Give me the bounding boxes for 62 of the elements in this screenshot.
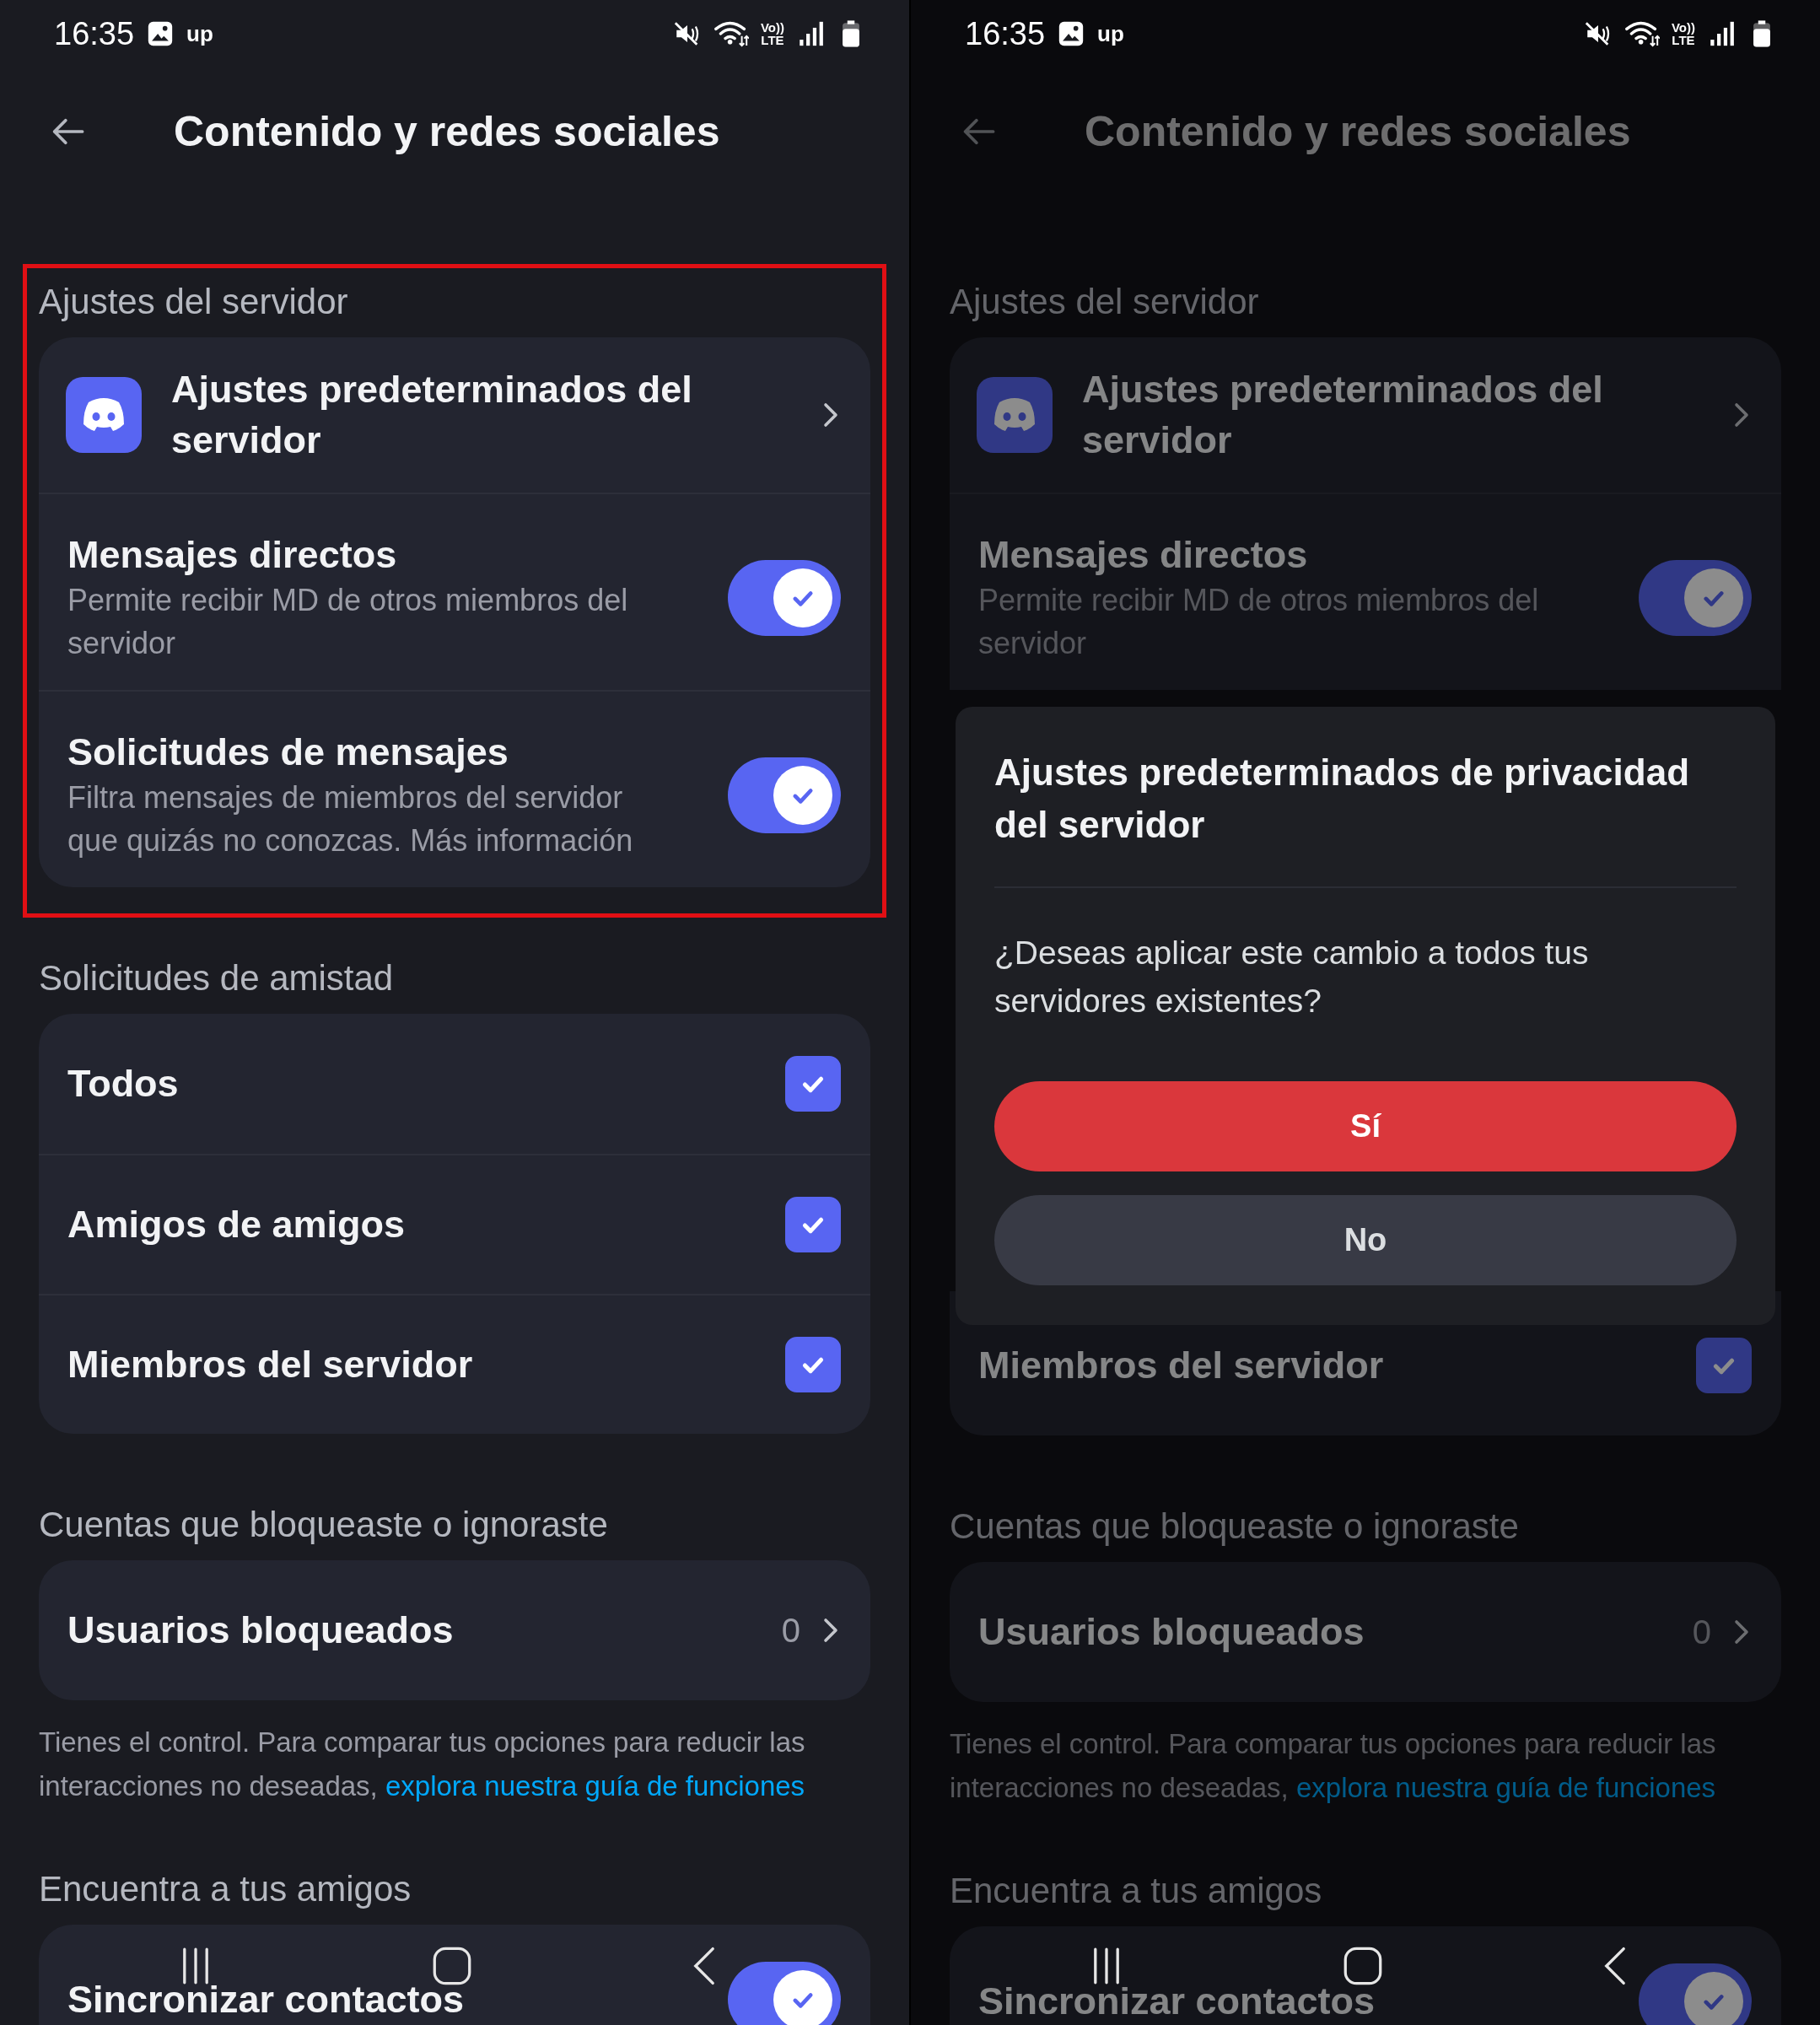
volte-label: Vo)) [760,21,784,34]
option-row[interactable]: Miembros del servidor [39,1294,870,1434]
checkbox[interactable] [1696,1338,1752,1393]
row-title: Amigos de amigos [67,1202,407,1247]
section-label: Encuentra a tus amigos [39,1868,412,1910]
guide-link[interactable]: explora nuestra guía de funciones [385,1770,805,1801]
row-title: Usuarios bloqueados [67,1608,455,1653]
option-row[interactable]: Miembros del servidor [950,1295,1781,1435]
settings-row[interactable]: Usuarios bloqueados 0 [39,1560,870,1700]
row-title: Usuarios bloqueados [978,1609,1365,1655]
cancel-button[interactable]: No [994,1195,1737,1285]
app-label: up [186,20,213,47]
clock-time: 16:35 [965,15,1046,52]
page-title: Contenido y redes sociales [1085,107,1631,156]
row-title: Ajustes predeterminados del servidor [1082,367,1604,463]
network-type: LTE [1672,34,1695,46]
network-type: LTE [761,34,784,46]
section-label: Cuentas que bloqueaste o ignoraste [950,1505,1520,1548]
app-logo-icon [66,377,142,453]
row-title: Sincronizar contactos [978,1979,1376,2024]
dialog-title: Ajustes predeterminados de privacidad del servidor [994,751,1691,847]
section-label: Ajustes del servidor [950,281,1260,323]
app-label: up [1097,20,1124,47]
row-title: Miembros del servidor [978,1343,1385,1388]
option-row[interactable]: Amigos de amigos [39,1154,870,1294]
home-icon[interactable] [1343,1945,1383,1987]
option-row[interactable]: Todos [39,1014,870,1154]
confirm-button[interactable]: Sí [994,1081,1737,1171]
checkbox[interactable] [785,1197,841,1252]
toggle-switch[interactable] [728,1962,841,2025]
toggle-switch[interactable] [1639,1963,1752,2025]
row-description: Permite recibir MD de otros miembros del servidor [67,582,629,662]
row-description: Permite recibir MD de otros miembros del servidor [978,582,1540,662]
checkbox[interactable] [785,1056,841,1112]
dialog-message: ¿Deseas aplicar este cambio a todos tus servidores existentes? [994,934,1590,1021]
row-title: Miembros del servidor [67,1342,474,1387]
page-title: Contenido y redes sociales [174,107,720,156]
settings-row[interactable]: Ajustes predeterminados del servidor [39,337,870,493]
row-title: Sincronizar contactos [67,1977,466,2022]
home-icon[interactable] [432,1945,472,1987]
settings-row[interactable]: Ajustes predeterminados del servidor [950,337,1781,493]
row-title: Mensajes directos [67,532,398,578]
app-logo-icon [977,377,1053,453]
count-label: 0 [781,1611,800,1650]
count-label: 0 [1692,1613,1711,1651]
volte-label: Vo)) [1671,21,1695,34]
row-title: Solicitudes de mensajes [67,730,509,775]
clock-time: 16:35 [54,15,135,52]
row-title: Todos [67,1061,180,1107]
wifi-icon [1623,19,1660,48]
settings-row[interactable]: Usuarios bloqueados 0 [950,1562,1781,1702]
section-label: Cuentas que bloqueaste o ignoraste [39,1504,609,1546]
footer-text: Tienes el control. Para comparar tus opciones para reducir las interacciones no deseadas, explora nuestra guía de funciones [39,1726,806,1803]
footer-text: Tienes el control. Para comparar tus opciones para reducir las interacciones no deseadas, explora nuestra guía de funciones [950,1727,1717,1805]
row-title: Mensajes directos [978,532,1309,578]
section-label: Encuentra a tus amigos [950,1870,1323,1912]
row-title: Ajustes predeterminados del servidor [171,367,693,463]
section-label: Solicitudes de amistad [39,957,395,999]
checkbox[interactable] [785,1337,841,1392]
wifi-icon [713,19,749,48]
row-description: Filtra mensajes de miembros del servidor que quizás no conozcas. Más información [67,779,634,859]
section-label: Ajustes del servidor [39,281,349,323]
